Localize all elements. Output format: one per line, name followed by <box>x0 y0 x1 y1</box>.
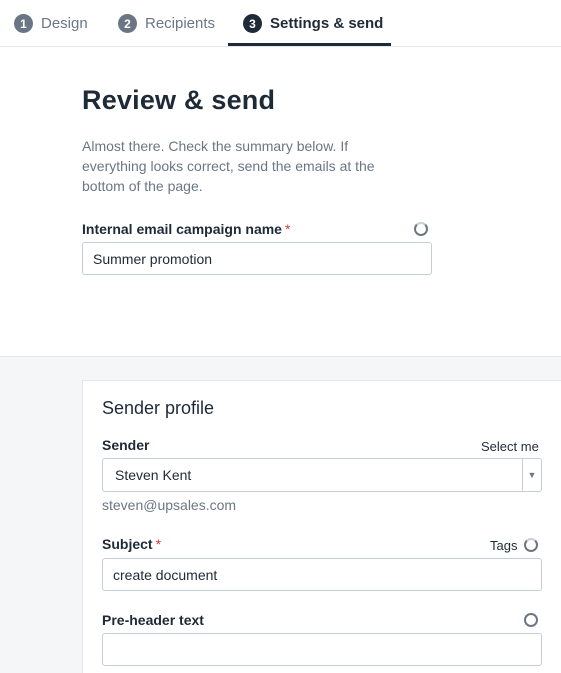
sender-label: Sender <box>102 437 150 453</box>
tags-link[interactable]: Tags <box>490 538 517 553</box>
tab-label: Design <box>41 15 88 32</box>
tab-label: Settings & send <box>270 15 384 32</box>
wizard-tabs: 1 Design 2 Recipients 3 Settings & send <box>0 0 561 47</box>
spinner-icon <box>524 538 538 552</box>
campaign-name-input[interactable]: Summer promotion <box>82 242 432 275</box>
select-me-link[interactable]: Select me <box>481 439 539 454</box>
spinner-icon <box>524 613 538 627</box>
preheader-label: Pre-header text <box>102 612 204 628</box>
tab-recipients[interactable]: 2 Recipients <box>118 0 215 47</box>
intro-text: Almost there. Check the summary below. I… <box>82 138 375 194</box>
subject-label-text: Subject <box>102 536 153 552</box>
active-tab-indicator <box>228 43 391 46</box>
step-number-1: 1 <box>14 14 33 33</box>
tab-label: Recipients <box>145 15 216 32</box>
step-number-3: 3 <box>243 14 262 33</box>
subject-input[interactable]: create document <box>102 558 542 591</box>
sender-select[interactable]: Steven Kent ▼ <box>102 458 542 492</box>
subject-value: create document <box>113 566 218 583</box>
subject-label: Subject * <box>102 536 161 552</box>
required-marker: * <box>155 536 162 552</box>
campaign-name-label: Internal email campaign name * <box>82 221 290 237</box>
sender-profile-title: Sender profile <box>102 398 215 418</box>
sender-email: steven@upsales.com <box>102 497 237 513</box>
sender-selected-value: Steven Kent <box>115 467 192 483</box>
caret-down-icon[interactable]: ▼ <box>522 459 541 491</box>
step-number-2: 2 <box>118 14 137 33</box>
campaign-name-value: Summer promotion <box>93 250 213 267</box>
page-title: Review & send <box>82 85 276 115</box>
tab-settings-send[interactable]: 3 Settings & send <box>243 0 383 47</box>
campaign-name-label-text: Internal email campaign name <box>82 221 282 237</box>
required-marker: * <box>284 221 291 237</box>
preheader-input[interactable] <box>102 633 542 666</box>
tab-design[interactable]: 1 Design <box>14 0 88 47</box>
spinner-icon <box>414 222 428 236</box>
sender-profile-card <box>82 380 561 673</box>
